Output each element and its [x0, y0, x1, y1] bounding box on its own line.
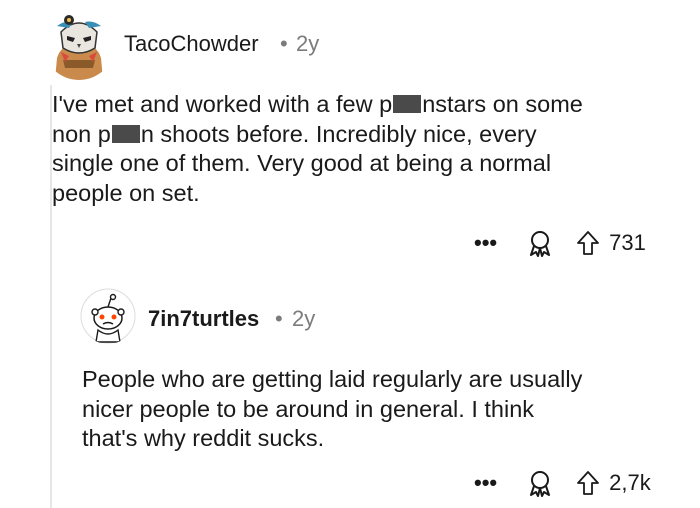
- comment-author[interactable]: 7in7turtles: [148, 306, 259, 332]
- comment-body: I've met and worked with a few p nstars o…: [52, 90, 682, 208]
- meta-separator: •: [280, 31, 288, 56]
- comment-age[interactable]: 2y: [292, 306, 315, 332]
- censor-block: [111, 124, 140, 143]
- body-text-segment: non p: [52, 120, 111, 147]
- body-text-line: nicer people to be around in general. I …: [82, 395, 535, 422]
- vote-count: 2,7k: [609, 470, 651, 495]
- comment-age[interactable]: 2y: [296, 31, 319, 57]
- snoo-avatar-icon: [80, 288, 136, 344]
- body-text-segment: single one of them. Very good at being a…: [52, 150, 552, 176]
- user-avatar[interactable]: [80, 288, 136, 344]
- more-options-icon[interactable]: •••: [474, 472, 497, 494]
- more-options-icon[interactable]: •••: [474, 232, 497, 254]
- award-icon[interactable]: [525, 468, 555, 498]
- comment-body: People who are getting laid regularly ar…: [82, 365, 692, 454]
- vote-count: 731: [609, 230, 646, 255]
- upvote-arrow-icon[interactable]: [575, 229, 601, 257]
- comment-author[interactable]: TacoChowder: [124, 31, 259, 57]
- comment-actions: ••• 2,7k: [474, 468, 651, 498]
- comment-actions: ••• 731: [474, 228, 646, 258]
- meta-separator: •: [275, 306, 283, 331]
- user-avatar[interactable]: [43, 8, 115, 80]
- award-icon[interactable]: [525, 228, 555, 258]
- body-text-segment: people on set.: [52, 179, 200, 206]
- mask-avatar-icon: [43, 8, 115, 80]
- body-text-line: that's why reddit sucks.: [82, 425, 325, 451]
- upvote-arrow-icon[interactable]: [575, 469, 601, 497]
- body-text-segment: I've met and worked with a few p: [52, 91, 393, 117]
- body-text-segment: nstars on some: [422, 91, 583, 117]
- body-text-segment: n shoots before. Incredibly nice, every: [140, 120, 537, 147]
- censor-block: [393, 95, 422, 113]
- body-text-line: People who are getting laid regularly ar…: [82, 366, 583, 392]
